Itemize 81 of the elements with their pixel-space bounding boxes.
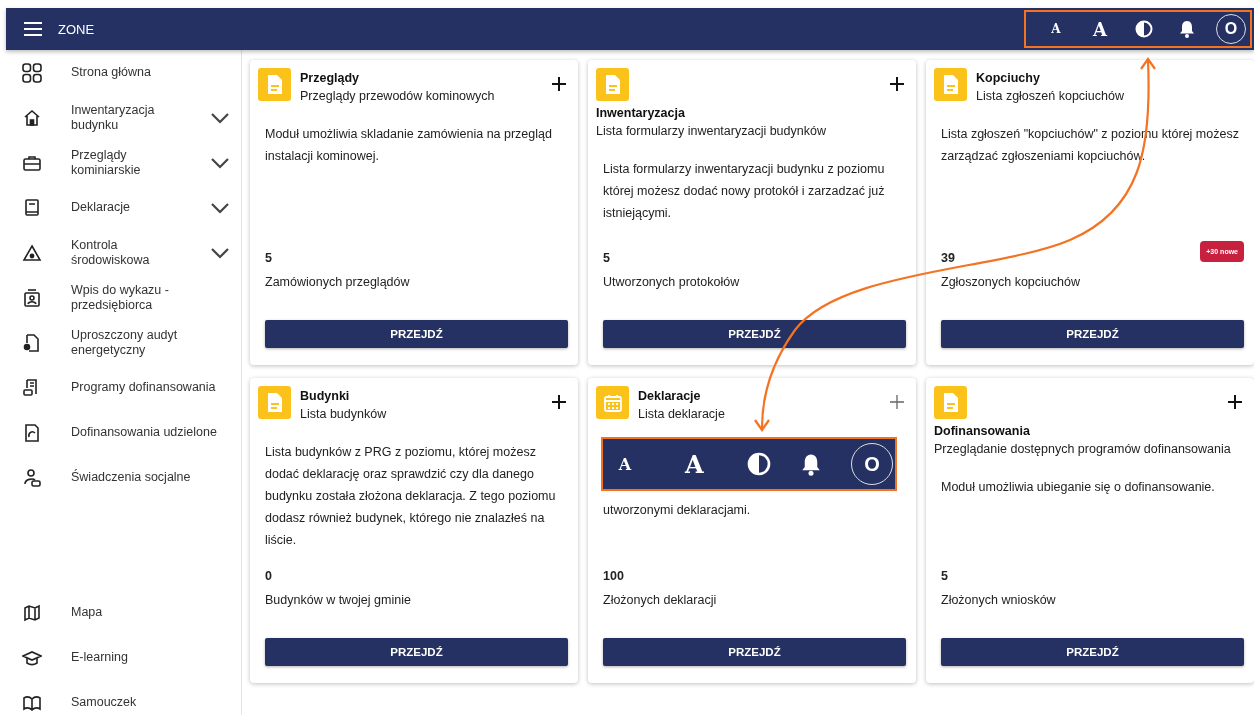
go-button[interactable]: PRZEJDŹ (265, 320, 568, 348)
count-label: Zgłoszonych kopciuchów (941, 274, 1081, 290)
calendar-icon (596, 386, 629, 419)
bell-icon[interactable] (1179, 20, 1195, 38)
document-seal-icon (22, 332, 42, 353)
contrast-icon[interactable] (1135, 20, 1153, 38)
warning-icon (22, 242, 42, 263)
card-subtitle: Przeglądanie dostępnych programów dofinansowania (934, 441, 1232, 458)
document-icon (934, 386, 967, 419)
card-description: Moduł umożliwia ubieganie się o dofinansowanie. (941, 479, 1216, 496)
house-icon (22, 107, 42, 128)
sidebar-item[interactable]: Przeglądy kominiarskie (71, 147, 196, 178)
card-description: utworzonymi deklaracjami. (603, 502, 752, 519)
count-value: 5 (941, 569, 948, 583)
card-subtitle: Lista zgłoszeń kopciuchów (976, 88, 1124, 105)
sidebar-item[interactable]: Strona główna (71, 65, 236, 80)
increase-font-button[interactable]: A (1078, 18, 1122, 40)
sidebar-item[interactable]: Dofinansowania udzielone (71, 425, 236, 440)
sidebar-item[interactable]: Kontrola środowiskowa (71, 237, 196, 268)
document-icon (596, 68, 629, 101)
hand-document-icon (22, 422, 42, 443)
sidebar-item[interactable]: Programy dofinansowania (71, 380, 236, 395)
sidebar-item[interactable]: Świadczenia socjalne (71, 470, 236, 485)
count-value: 100 (603, 569, 624, 583)
add-button[interactable] (1226, 393, 1244, 411)
chevron-down-icon[interactable] (210, 246, 230, 259)
id-badge-icon (22, 287, 42, 308)
book-icon (22, 197, 42, 218)
chevron-down-icon[interactable] (210, 201, 230, 214)
decrease-font-button[interactable]: A (1034, 22, 1078, 36)
count-label: Złożonych wniosków (941, 592, 1057, 608)
document-icon (258, 68, 291, 101)
card-description: Lista budynków z PRG z poziomu, której możesz dodać deklarację oraz sprawdzić czy dla danego budynku została złożona deklaracja. Z tego poziomu dodasz również budynek, którego nie znalazłeś na liście. (265, 444, 557, 549)
large-letter-label: A (683, 449, 705, 479)
chevron-down-icon[interactable] (210, 156, 230, 169)
map-icon (22, 602, 42, 623)
count-label: Złożonych deklaracji (603, 592, 718, 608)
card-title: Przeglądy (300, 70, 361, 87)
app-title: ZONE (58, 21, 95, 37)
sidebar-item[interactable]: Uproszczony audyt energetyczny (71, 327, 236, 358)
go-button[interactable]: PRZEJDŹ (603, 320, 906, 348)
card-description: Moduł umożliwia skladanie zamówienia na przegląd instalacji kominowej. (265, 126, 553, 165)
document-icon (258, 386, 291, 419)
card-subtitle: Lista budynków (300, 406, 387, 423)
card-subtitle: Lista deklaracje (638, 406, 725, 423)
sidebar-item[interactable]: Inwentaryzacja budynku (71, 102, 196, 133)
count-label: Budynków w twojej gminie (265, 592, 412, 608)
card-subtitle: Przeglądy przewodów kominowych (300, 88, 495, 105)
chevron-down-icon[interactable] (210, 111, 230, 124)
count-value: 39 (941, 251, 955, 265)
grid-icon (22, 62, 42, 83)
go-button[interactable]: PRZEJDŹ (265, 638, 568, 666)
bell-icon (800, 452, 821, 476)
card-title: Budynki (300, 388, 351, 405)
count-label: Utworzonych protokołów (603, 274, 741, 290)
contrast-icon (746, 452, 771, 476)
count-label: Zamówionych przeglądów (265, 274, 411, 290)
go-button[interactable]: PRZEJDŹ (603, 638, 906, 666)
go-button[interactable]: PRZEJDŹ (941, 320, 1244, 348)
sidebar-item[interactable]: Wpis do wykazu - przedsiębiorca (71, 282, 236, 313)
card-title: Deklaracje (638, 388, 702, 405)
document-icon (934, 68, 967, 101)
sidebar-item[interactable]: Mapa (71, 605, 236, 620)
card-title: Dofinansowania (934, 423, 1031, 440)
card-title: Kopciuchy (976, 70, 1041, 87)
go-button[interactable]: PRZEJDŹ (941, 638, 1244, 666)
add-button[interactable] (550, 75, 568, 93)
count-value: 5 (265, 251, 272, 265)
card-description: Lista formularzy inwentaryzacji budynku z poziomu której możesz dodać nowy protokół i zarzadzać już istniejącymi. (603, 161, 886, 222)
card-title: Inwentaryzacja (596, 105, 686, 122)
count-value: 5 (603, 251, 610, 265)
card-subtitle: Lista formularzy inwentaryzacji budynków (596, 123, 827, 140)
sidebar-item[interactable]: E-learning (71, 650, 236, 665)
add-button[interactable] (550, 393, 568, 411)
sidebar-item[interactable]: Samouczek (71, 695, 236, 710)
person-cash-icon (22, 467, 42, 488)
small-letter-label: A (617, 454, 633, 474)
add-button[interactable] (888, 75, 906, 93)
count-value: 0 (265, 569, 272, 583)
sidebar-item[interactable]: Deklaracje (71, 200, 196, 215)
menu-icon[interactable] (24, 22, 42, 36)
